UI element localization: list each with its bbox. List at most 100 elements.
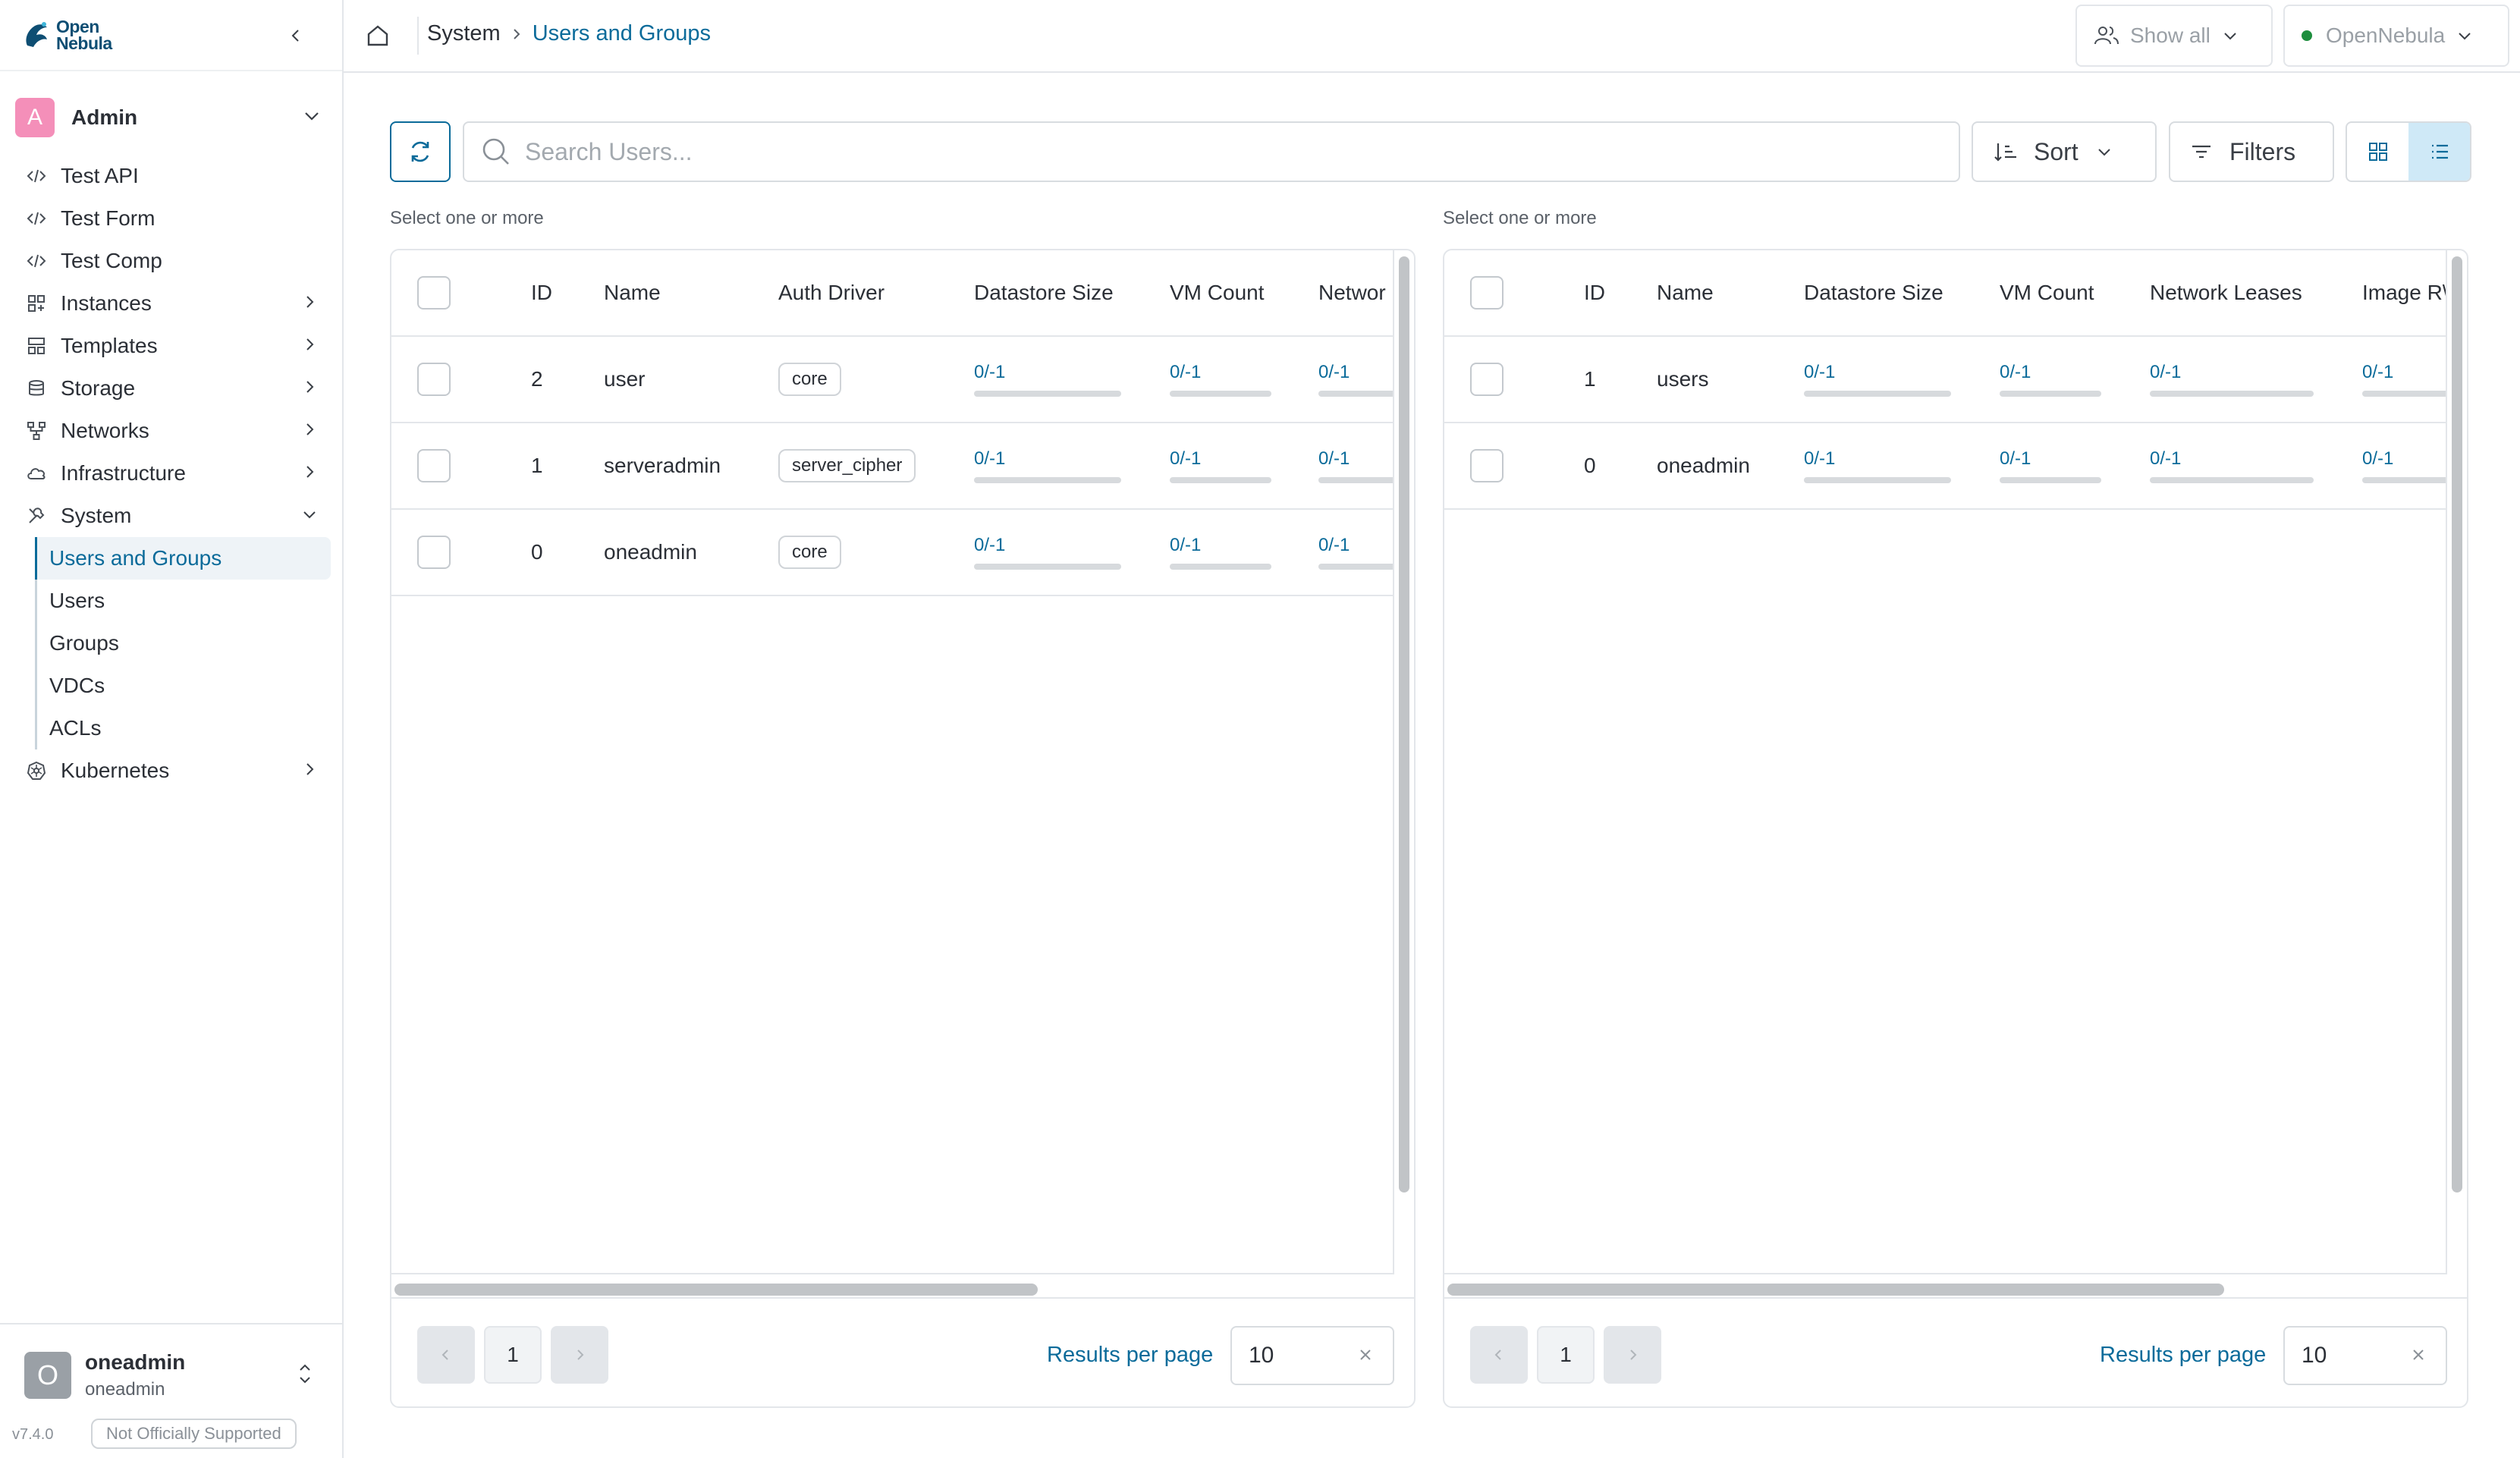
group-selector[interactable]: A Admin — [15, 94, 331, 141]
collapse-sidebar-button[interactable] — [283, 23, 309, 49]
horizontal-scrollbar-track — [391, 1276, 1414, 1299]
column-header-id[interactable]: ID — [531, 250, 552, 335]
row-checkbox[interactable] — [417, 536, 451, 569]
row-checkbox[interactable] — [1470, 449, 1504, 482]
sidebar-item-storage[interactable]: Storage — [15, 367, 331, 410]
column-header-id[interactable]: ID — [1584, 250, 1605, 335]
results-per-page-label: Results per page — [2100, 1343, 2267, 1367]
chevron-left-icon — [441, 1350, 448, 1360]
quota-value: 0/-1 — [1170, 448, 1202, 469]
column-header-vm-count[interactable]: VM Count — [2000, 250, 2094, 335]
vm-quota: 0/-1 — [2000, 423, 2101, 508]
zone-selector[interactable]: OpenNebula — [2283, 5, 2509, 67]
select-all-checkbox[interactable] — [417, 276, 451, 310]
opennebula-logo-icon — [26, 22, 47, 47]
column-header-network[interactable]: Networ — [1318, 250, 1386, 335]
quota-value: 0/-1 — [1318, 535, 1350, 555]
chevron-right-icon — [577, 1350, 584, 1360]
next-page-button[interactable] — [1604, 1326, 1661, 1384]
datastore-quota: 0/-1 — [974, 423, 1121, 508]
user-menu[interactable]: O oneadmin oneadmin v7.4.0 Not Officiall… — [0, 1323, 342, 1458]
quota-bar — [1318, 391, 1393, 397]
sidebar-item-test-form[interactable]: Test Form — [15, 197, 331, 240]
sidebar-item-acls[interactable]: ACLs — [37, 707, 331, 749]
sidebar-item-kubernetes[interactable]: Kubernetes — [15, 749, 331, 792]
cell-name: oneadmin — [1657, 454, 1750, 477]
horizontal-scrollbar[interactable] — [1447, 1284, 2224, 1296]
table-header-row: ID Name Auth Driver Datastore Size VM Co… — [391, 250, 1393, 337]
current-page[interactable]: 1 — [1537, 1326, 1595, 1384]
results-per-page-select[interactable]: 10 — [2283, 1326, 2447, 1385]
list-view-button[interactable] — [2408, 123, 2470, 181]
chevron-down-icon — [2097, 149, 2110, 156]
column-header-network-leases[interactable]: Network Leases — [2150, 250, 2302, 335]
network-quota: 0/-1 — [1318, 337, 1393, 422]
previous-page-button[interactable] — [1470, 1326, 1528, 1384]
sidebar-item-networks[interactable]: Networks — [15, 410, 331, 452]
table-header-row: ID Name Datastore Size VM Count Network … — [1444, 250, 2446, 337]
column-header-name[interactable]: Name — [1657, 250, 1714, 335]
chevron-right-icon — [1630, 1350, 1637, 1360]
clear-icon[interactable] — [1355, 1344, 1376, 1365]
breadcrumb-system[interactable]: System — [427, 21, 501, 46]
vertical-scrollbar[interactable] — [2452, 256, 2462, 1192]
sidebar-item-templates[interactable]: Templates — [15, 325, 331, 367]
clear-icon[interactable] — [2408, 1344, 2429, 1365]
chevron-right-icon — [306, 381, 314, 393]
row-checkbox[interactable] — [417, 363, 451, 396]
vertical-scrollbar[interactable] — [1399, 256, 1409, 1192]
sort-button[interactable]: Sort — [1972, 121, 2157, 182]
filters-button[interactable]: Filters — [2169, 121, 2334, 182]
row-checkbox[interactable] — [1470, 363, 1504, 396]
next-page-button[interactable] — [551, 1326, 608, 1384]
quota-bar — [1318, 564, 1393, 570]
tools-icon — [24, 504, 49, 528]
user-group: oneadmin — [85, 1379, 165, 1400]
column-header-name[interactable]: Name — [604, 250, 661, 335]
zone-label: OpenNebula — [2326, 24, 2446, 47]
opennebula-logo[interactable]: Open Nebula — [23, 18, 112, 52]
table-row[interactable]: 0 oneadmin core 0/-1 0/-1 0/-1 — [391, 510, 1393, 596]
table-row[interactable]: 1 serveradmin server_cipher 0/-1 0/-1 0/… — [391, 423, 1393, 510]
column-header-auth-driver[interactable]: Auth Driver — [778, 250, 885, 335]
sidebar-item-users[interactable]: Users — [37, 580, 331, 622]
table-row[interactable]: 2 user core 0/-1 0/-1 0/-1 — [391, 337, 1393, 423]
table-row[interactable]: 1 users 0/-1 0/-1 0/-1 0/-1 — [1444, 337, 2446, 423]
list-view-icon — [2431, 144, 2448, 159]
quota-bar — [2150, 477, 2314, 483]
table-row[interactable]: 0 oneadmin 0/-1 0/-1 0/-1 0/-1 — [1444, 423, 2446, 510]
quota-bar — [1170, 564, 1271, 570]
column-header-datastore-size[interactable]: Datastore Size — [974, 250, 1114, 335]
current-page[interactable]: 1 — [484, 1326, 542, 1384]
chevron-down-icon — [305, 112, 319, 121]
sidebar-item-groups[interactable]: Groups — [37, 622, 331, 665]
results-per-page-select[interactable]: 10 — [1230, 1326, 1394, 1385]
row-checkbox[interactable] — [417, 449, 451, 482]
horizontal-scrollbar[interactable] — [394, 1284, 1038, 1296]
sidebar-item-vdcs[interactable]: VDCs — [37, 665, 331, 707]
support-badge: Not Officially Supported — [91, 1419, 297, 1449]
search-box[interactable] — [463, 121, 1960, 182]
network-quota: 0/-1 — [1318, 510, 1393, 595]
sidebar-item-users-and-groups[interactable]: Users and Groups — [35, 537, 331, 580]
search-input[interactable] — [525, 137, 1890, 166]
show-all-button[interactable]: Show all — [2075, 5, 2273, 67]
sidebar-item-label: Templates — [61, 334, 158, 357]
sidebar-item-instances[interactable]: Instances — [15, 282, 331, 325]
previous-page-button[interactable] — [417, 1326, 475, 1384]
column-header-datastore-size[interactable]: Datastore Size — [1804, 250, 1943, 335]
quota-bar — [1170, 391, 1271, 397]
grid-view-button[interactable] — [2347, 123, 2408, 181]
logo-line-2: Nebula — [56, 33, 112, 53]
sidebar-item-test-comp[interactable]: Test Comp — [15, 240, 331, 282]
sidebar-item-test-api[interactable]: Test API — [15, 155, 331, 197]
home-button[interactable] — [365, 23, 391, 52]
sidebar-item-infrastructure[interactable]: Infrastructure — [15, 452, 331, 495]
database-icon — [24, 376, 49, 401]
sidebar-item-system[interactable]: System — [15, 495, 331, 537]
quota-bar — [1318, 477, 1393, 483]
column-header-image[interactable]: Image R\ — [2362, 250, 2446, 335]
refresh-button[interactable] — [390, 121, 451, 182]
select-all-checkbox[interactable] — [1470, 276, 1504, 310]
column-header-vm-count[interactable]: VM Count — [1170, 250, 1265, 335]
